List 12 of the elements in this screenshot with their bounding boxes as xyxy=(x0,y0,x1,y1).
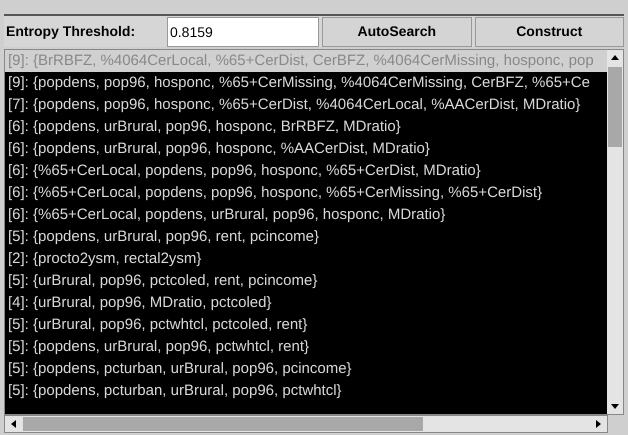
scroll-thumb[interactable] xyxy=(608,67,622,147)
threshold-label: Entropy Threshold: xyxy=(5,22,136,41)
scroll-down-icon[interactable] xyxy=(610,401,620,411)
toolbar-button[interactable]: AutoSearch xyxy=(322,16,472,46)
toolbar-button[interactable]: Construct xyxy=(474,16,624,46)
scroll-thumb[interactable] xyxy=(23,417,423,431)
threshold-field[interactable]: 0.8159 xyxy=(167,16,319,46)
scroll-up-icon[interactable] xyxy=(610,53,620,63)
scroll-left-icon[interactable] xyxy=(9,419,19,429)
vertical-scrollbar[interactable] xyxy=(607,50,623,414)
horizontal-scrollbar[interactable] xyxy=(4,415,608,433)
scroll-right-icon[interactable] xyxy=(593,419,603,429)
